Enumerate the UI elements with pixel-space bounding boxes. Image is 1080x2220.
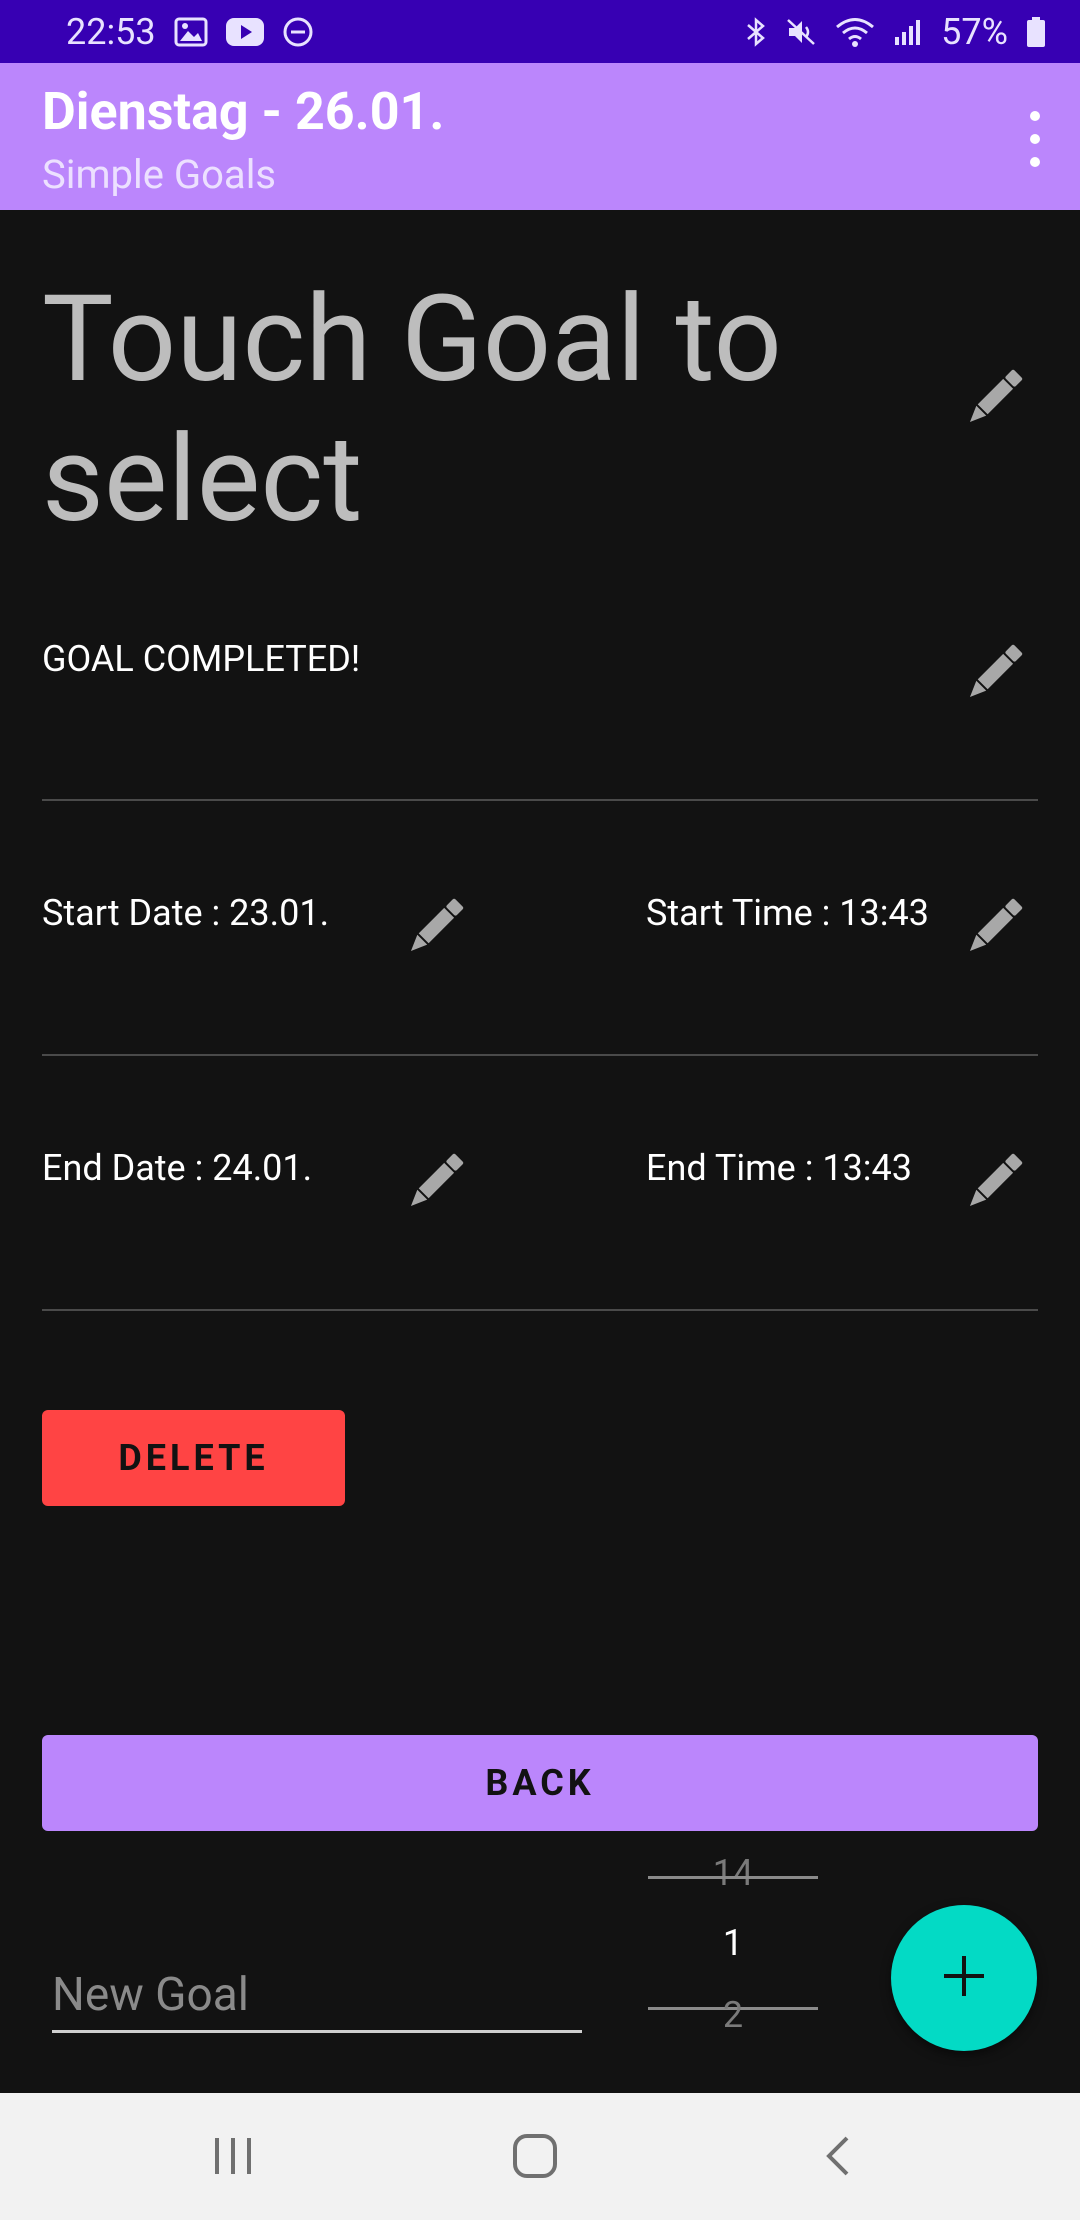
end-date-label: End Date : 24.01.: [42, 1147, 313, 1189]
pencil-icon[interactable]: [958, 891, 1030, 963]
picker-prev-value[interactable]: 14: [648, 1852, 818, 1894]
bluetooth-icon: [745, 16, 767, 48]
goal-title[interactable]: Touch Goal to select: [42, 270, 882, 550]
image-icon: [174, 17, 208, 47]
wifi-icon: [835, 16, 875, 48]
status-bar: 22:53 57%: [0, 0, 1080, 63]
mute-icon: [785, 16, 817, 48]
back-button[interactable]: BACK: [42, 1735, 1038, 1831]
add-goal-button[interactable]: [891, 1905, 1037, 2051]
home-icon[interactable]: [505, 2126, 565, 2186]
divider: [42, 799, 1038, 801]
pencil-icon[interactable]: [958, 1146, 1030, 1218]
pencil-icon[interactable]: [399, 1146, 471, 1218]
status-time: 22:53: [66, 10, 156, 53]
plus-icon: [942, 1954, 986, 2002]
battery-percent: 57%: [941, 10, 1008, 53]
pencil-icon[interactable]: [958, 637, 1030, 709]
signal-icon: [893, 17, 923, 47]
recent-apps-icon[interactable]: [203, 2126, 263, 2186]
divider: [42, 1309, 1038, 1311]
new-goal-input[interactable]: [52, 1960, 582, 2033]
start-date-label: Start Date : 23.01.: [42, 892, 330, 934]
delete-button[interactable]: DELETE: [42, 1410, 345, 1506]
app-bar-title: Dienstag - 26.01.: [42, 81, 445, 142]
battery-icon: [1026, 16, 1046, 48]
start-time-label: Start Time : 13:43: [646, 892, 929, 934]
picker-current-value[interactable]: 1: [648, 1922, 818, 1964]
do-not-disturb-icon: [282, 16, 314, 48]
goal-status: GOAL COMPLETED!: [42, 638, 361, 680]
number-picker[interactable]: 14 1 2: [648, 1848, 818, 2036]
end-time-label: End Time : 13:43: [646, 1147, 912, 1189]
navigation-bar: [0, 2093, 1080, 2220]
pencil-icon[interactable]: [958, 362, 1030, 434]
youtube-icon: [225, 17, 264, 46]
app-bar: Dienstag - 26.01. Simple Goals: [0, 63, 1080, 210]
more-vert-icon[interactable]: [1012, 111, 1058, 167]
pencil-icon[interactable]: [399, 891, 471, 963]
picker-divider: [648, 1876, 818, 1879]
back-icon[interactable]: [808, 2126, 868, 2186]
picker-next-value[interactable]: 2: [648, 1994, 818, 2036]
divider: [42, 1054, 1038, 1056]
app-bar-subtitle: Simple Goals: [42, 151, 277, 198]
